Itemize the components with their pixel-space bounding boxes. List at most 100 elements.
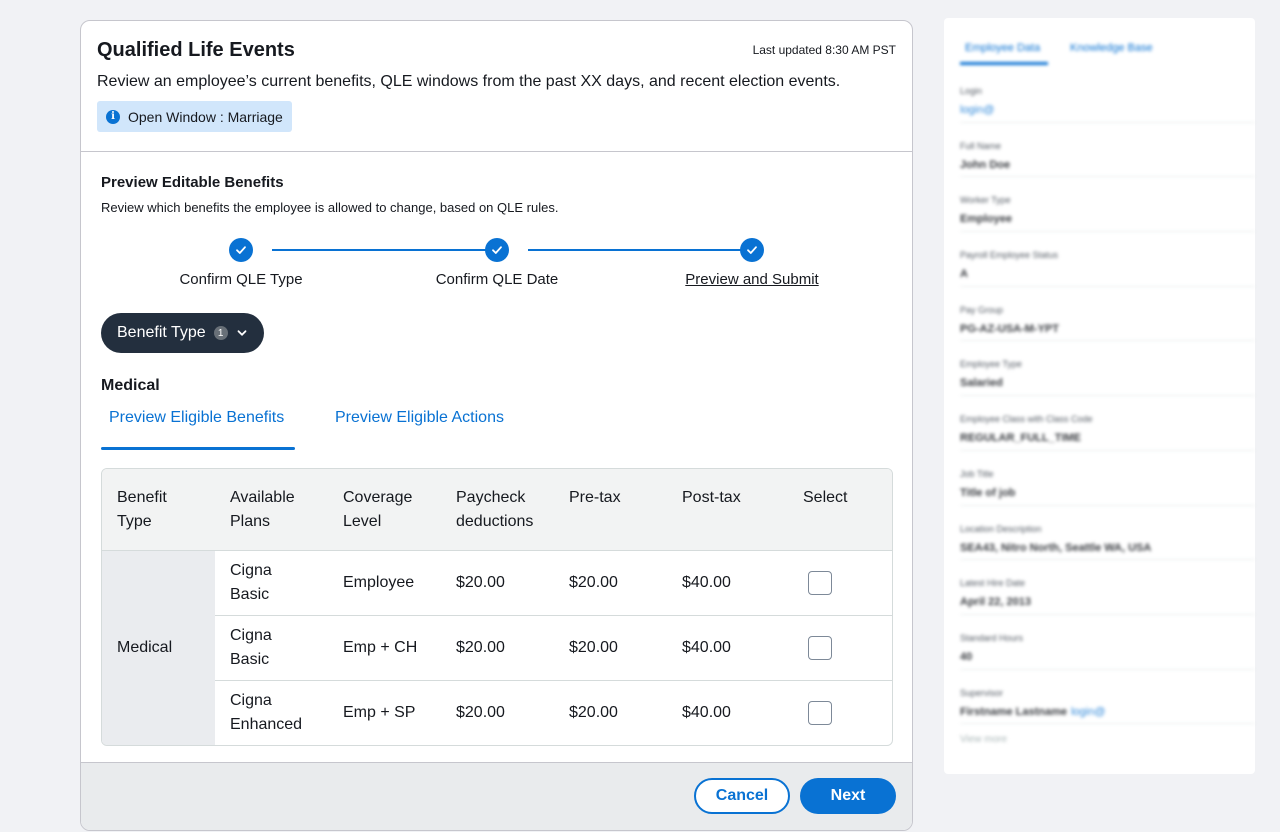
column-header: Post-tax bbox=[667, 469, 788, 551]
filter-count-badge: 1 bbox=[213, 326, 228, 340]
posttax-cell: $40.00 bbox=[682, 704, 731, 721]
side-field-value: PG-AZ-USA-M-YPT bbox=[960, 323, 1255, 335]
pretax-cell: $20.00 bbox=[569, 704, 618, 721]
select-checkbox[interactable] bbox=[808, 636, 832, 660]
side-field: Standard Hours 40 bbox=[960, 615, 1255, 670]
side-field-label: Worker Type bbox=[960, 195, 1011, 206]
side-field: Full Name John Doe bbox=[960, 123, 1255, 178]
coverage-cell: Employee bbox=[328, 550, 441, 616]
side-field: Pay Group PG-AZ-USA-M-YPT bbox=[960, 287, 1255, 342]
side-field-value[interactable]: login@ bbox=[960, 104, 1255, 116]
active-tab-indicator bbox=[960, 62, 1048, 65]
qle-card: Qualified Life Events Last updated 8:30 … bbox=[80, 20, 913, 831]
side-field-label: Login bbox=[960, 86, 983, 96]
tab-knowledge-base[interactable]: Knowledge Base bbox=[1070, 42, 1153, 54]
plan-cell: Cigna Basic bbox=[215, 550, 328, 616]
table-header-row: Benefit Type Available Plans Coverage Le… bbox=[102, 469, 892, 551]
benefit-type-cell: Medical bbox=[102, 550, 215, 745]
side-field: Worker Type Employee bbox=[960, 177, 1255, 233]
column-header: Paycheck deductions bbox=[441, 469, 554, 551]
side-field-value-text: SEA43, Nitro North, Seattle WA, USA bbox=[960, 541, 1152, 554]
step-preview-and-submit[interactable]: Preview and Submit bbox=[685, 271, 818, 288]
side-field-label: Pay Group bbox=[960, 304, 1004, 315]
pretax-cell: $20.00 bbox=[554, 550, 667, 616]
select-cell bbox=[788, 615, 892, 681]
side-field: Login login@ bbox=[960, 68, 1255, 123]
side-field-value-text: Title of job bbox=[960, 486, 1016, 499]
select-checkbox[interactable] bbox=[808, 701, 832, 725]
side-field: Payroll Employee Status A bbox=[960, 232, 1255, 287]
benefit-type-filter-button[interactable]: Benefit Type 1 bbox=[101, 313, 264, 353]
side-field-list: Login login@ Full Name John Doe Worker Type E… bbox=[960, 68, 1255, 725]
side-field: Location Description SEA43, Nitro North, … bbox=[960, 506, 1255, 561]
side-field-value-text: John Doe bbox=[960, 158, 1011, 171]
plan-cell: Cigna Basic bbox=[215, 615, 328, 681]
info-icon: i bbox=[106, 109, 120, 124]
side-field-label: Employee Type bbox=[960, 359, 1022, 370]
side-field-label: Latest Hire Date bbox=[960, 578, 1026, 589]
pretax-cell: $20.00 bbox=[554, 615, 667, 681]
side-field-value: Employee bbox=[960, 213, 1255, 225]
column-header: Benefit Type bbox=[102, 469, 215, 551]
side-field-value: Title of job bbox=[960, 487, 1255, 499]
side-field-value: John Doe bbox=[960, 159, 1255, 171]
preview-description: Review which benefits the employee is al… bbox=[101, 200, 559, 215]
side-field-value: 40 bbox=[960, 651, 1255, 663]
supervisor-login-link[interactable]: login@ bbox=[1071, 706, 1105, 718]
cancel-button[interactable]: Cancel bbox=[694, 778, 790, 814]
side-field-label: Employee Class with Class Code bbox=[960, 414, 1093, 425]
select-checkbox[interactable] bbox=[808, 571, 832, 595]
card-header: Qualified Life Events Last updated 8:30 … bbox=[81, 21, 912, 152]
stepper: Confirm QLE Type Confirm QLE Date Previe… bbox=[101, 229, 892, 299]
tab-preview-eligible-benefits[interactable]: Preview Eligible Benefits bbox=[101, 409, 292, 427]
select-cell bbox=[788, 681, 892, 746]
side-tab-list: Employee Data Knowledge Base bbox=[960, 18, 1255, 68]
paycheck-cell: $20.00 bbox=[441, 615, 554, 681]
side-field: Employee Type Salaried bbox=[960, 341, 1255, 397]
side-field-value-text: Employee bbox=[960, 213, 1012, 226]
step-complete-icon bbox=[485, 238, 509, 262]
tab-employee-data[interactable]: Employee Data bbox=[965, 42, 1040, 54]
table-row: Cigna Basic Emp + CH $20.00 $20.00 $40.0… bbox=[102, 615, 892, 681]
side-field-value-text: Firstname Lastname bbox=[960, 705, 1067, 718]
employee-data-panel: Employee Data Knowledge Base Login login@… bbox=[944, 18, 1255, 774]
side-field-label: Full Name bbox=[960, 140, 1002, 151]
step-confirm-qle-date[interactable]: Confirm QLE Date bbox=[436, 271, 559, 288]
side-field-value: REGULAR_FULL_TIME bbox=[960, 432, 1255, 444]
benefits-table: Benefit Type Available Plans Coverage Le… bbox=[101, 468, 893, 746]
coverage-cell: Emp + CH bbox=[328, 615, 441, 681]
side-field-value-text: PG-AZ-USA-M-YPT bbox=[960, 322, 1059, 335]
side-field-value-text: 40 bbox=[960, 650, 973, 663]
paycheck-cell: $20.00 bbox=[456, 704, 505, 721]
select-cell bbox=[788, 550, 892, 616]
next-button[interactable]: Next bbox=[800, 778, 896, 814]
step-confirm-qle-type[interactable]: Confirm QLE Type bbox=[179, 271, 302, 288]
column-header: Select bbox=[788, 469, 892, 551]
side-field-label: Payroll Employee Status bbox=[960, 250, 1059, 261]
side-field-value-text: login@ bbox=[960, 104, 995, 116]
column-header: Pre-tax bbox=[554, 469, 667, 551]
paycheck-cell: $20.00 bbox=[441, 550, 554, 616]
view-more-link[interactable]: View more bbox=[960, 734, 1255, 745]
column-header: Coverage Level bbox=[328, 469, 441, 551]
step-connector bbox=[272, 249, 496, 251]
open-window-label: Open Window : Marriage bbox=[128, 108, 283, 125]
tab-list: Preview Eligible Benefits Preview Eligib… bbox=[101, 409, 892, 453]
side-field-value: SEA43, Nitro North, Seattle WA, USA bbox=[960, 542, 1255, 554]
table-row: Cigna Enhanced Emp + SP $20.00 $20.00 $4… bbox=[102, 681, 892, 746]
side-field-label: Standard Hours bbox=[960, 632, 1024, 643]
preview-section: Preview Editable Benefits Review which b… bbox=[81, 174, 912, 746]
tab-preview-eligible-actions[interactable]: Preview Eligible Actions bbox=[327, 409, 512, 427]
side-field: Employee Class with Class Code REGULAR_FU… bbox=[960, 396, 1255, 451]
side-field: Latest Hire Date April 22, 2013 bbox=[960, 560, 1255, 615]
posttax-cell: $40.00 bbox=[667, 550, 788, 616]
side-field-label: Supervisor bbox=[960, 687, 1004, 698]
step-active-icon bbox=[740, 238, 764, 262]
side-field-value: A bbox=[960, 268, 1255, 280]
side-field-value: Firstname Lastname login@ bbox=[960, 706, 1255, 718]
side-field-value-text: Salaried bbox=[960, 377, 1003, 390]
open-window-badge: i Open Window : Marriage bbox=[97, 101, 292, 132]
active-tab-indicator bbox=[101, 447, 295, 450]
benefit-type-label: Benefit Type bbox=[117, 324, 206, 341]
step-connector bbox=[528, 249, 752, 251]
